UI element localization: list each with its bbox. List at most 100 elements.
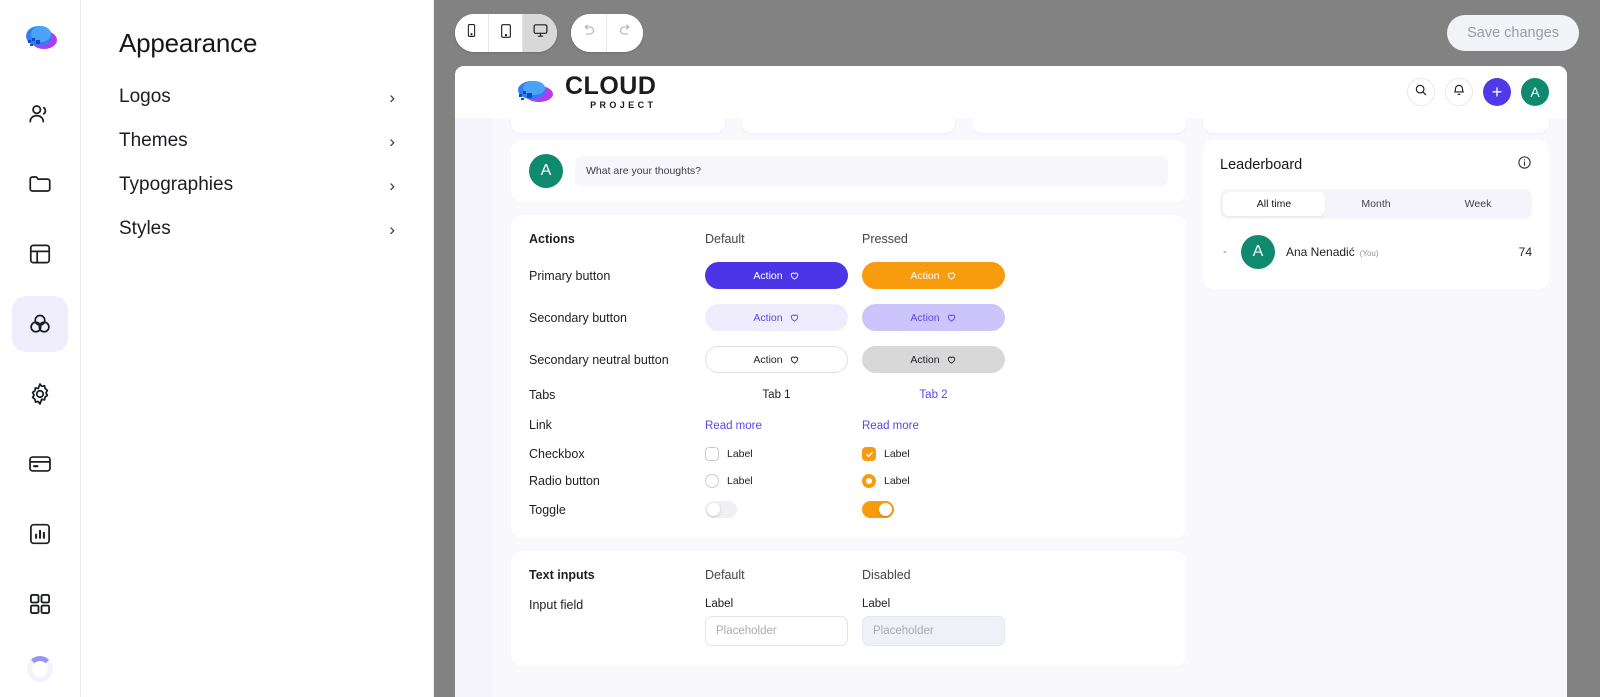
checkbox-label: Label bbox=[727, 448, 753, 460]
button-label: Action bbox=[753, 353, 783, 366]
radio-selected-icon bbox=[862, 474, 876, 488]
grid-icon bbox=[27, 591, 53, 617]
leaderboard-row[interactable]: - A Ana Nenadić (You) 74 bbox=[1220, 235, 1532, 269]
comment-input[interactable]: What are your thoughts? bbox=[575, 156, 1168, 186]
leaderboard-tab-all-time[interactable]: All time bbox=[1223, 192, 1325, 216]
button-label: Action bbox=[910, 353, 940, 366]
search-icon bbox=[1414, 83, 1428, 102]
avatar[interactable]: A bbox=[1521, 78, 1549, 106]
toggle-knob bbox=[879, 503, 892, 516]
primary-button-pressed[interactable]: Action bbox=[862, 262, 1005, 289]
preview-app-header: CLOUD PROJECT + A bbox=[455, 66, 1567, 118]
secondary-neutral-button-default[interactable]: Action bbox=[705, 346, 848, 373]
row-primary-button: Primary button Action Action bbox=[529, 262, 1168, 289]
tablet-icon bbox=[498, 23, 514, 44]
preview-brand-logo[interactable]: CLOUD PROJECT bbox=[512, 74, 656, 110]
sidebar-item-layout[interactable] bbox=[12, 226, 68, 282]
link-pressed[interactable]: Read more bbox=[862, 420, 919, 432]
save-changes-button[interactable]: Save changes bbox=[1447, 15, 1579, 51]
secondary-neutral-button-pressed[interactable]: Action bbox=[862, 346, 1005, 373]
folder-icon bbox=[27, 171, 53, 197]
scrolled-card bbox=[972, 118, 1187, 133]
sidebar-item-appearance[interactable] bbox=[12, 296, 68, 352]
search-button[interactable] bbox=[1407, 78, 1435, 106]
input-label-disabled: Label bbox=[862, 598, 891, 610]
heart-icon bbox=[789, 270, 800, 281]
device-desktop-button[interactable] bbox=[523, 14, 557, 52]
nav-item-logos[interactable]: Logos › bbox=[107, 75, 407, 119]
undo-button[interactable] bbox=[571, 14, 607, 52]
scrolled-card bbox=[1203, 118, 1549, 133]
heart-icon bbox=[946, 354, 957, 365]
sidebar-item-analytics[interactable] bbox=[12, 506, 68, 562]
appearance-nav-panel: Appearance Logos › Themes › Typographies… bbox=[81, 0, 434, 697]
radio-default[interactable]: Label bbox=[705, 474, 848, 488]
sidebar-item-billing[interactable] bbox=[12, 436, 68, 492]
cloud-logo-icon[interactable] bbox=[20, 18, 60, 58]
secondary-button-default[interactable]: Action bbox=[705, 304, 848, 331]
toggle-on[interactable] bbox=[862, 501, 894, 518]
nav-item-typographies[interactable]: Typographies › bbox=[107, 163, 407, 207]
nav-item-styles[interactable]: Styles › bbox=[107, 207, 407, 251]
icon-rail bbox=[0, 0, 81, 697]
toggle-off[interactable] bbox=[705, 501, 737, 518]
bell-icon bbox=[1452, 83, 1466, 102]
checkbox-default[interactable]: Label bbox=[705, 447, 848, 461]
actions-section-card: Actions Default Pressed Primary button A… bbox=[511, 215, 1186, 538]
people-icon bbox=[27, 101, 53, 127]
primary-button-default[interactable]: Action bbox=[705, 262, 848, 289]
link-default[interactable]: Read more bbox=[705, 420, 762, 432]
notifications-button[interactable] bbox=[1445, 78, 1473, 106]
input-field-disabled: Placeholder bbox=[862, 616, 1005, 646]
leaderboard-title: Leaderboard bbox=[1220, 157, 1303, 173]
section-title: Actions bbox=[529, 232, 575, 246]
chevron-right-icon: › bbox=[389, 175, 395, 195]
row-label: Secondary button bbox=[529, 310, 627, 325]
chevron-right-icon: › bbox=[389, 219, 395, 239]
heart-icon bbox=[789, 312, 800, 323]
scrolled-cards-strip-side bbox=[1203, 118, 1549, 133]
leaderboard-tab-month[interactable]: Month bbox=[1325, 192, 1427, 216]
scrolled-card bbox=[511, 118, 725, 133]
tab-2[interactable]: Tab 2 bbox=[862, 389, 1005, 401]
button-label: Action bbox=[910, 311, 940, 324]
nav-item-label: Logos bbox=[119, 86, 171, 107]
redo-button[interactable] bbox=[607, 14, 643, 52]
checkbox-icon bbox=[705, 447, 719, 461]
layout-icon bbox=[27, 241, 53, 267]
info-icon[interactable] bbox=[1517, 155, 1532, 175]
row-label: Secondary neutral button bbox=[529, 352, 669, 367]
row-label: Link bbox=[529, 418, 552, 432]
leaderboard-card: Leaderboard All time Month Week - A Ana … bbox=[1203, 140, 1549, 289]
sidebar-item-settings[interactable] bbox=[12, 366, 68, 422]
redo-icon bbox=[617, 22, 634, 44]
preview-header-actions: + A bbox=[1407, 78, 1549, 106]
loading-spinner-icon bbox=[27, 656, 53, 682]
preview-toolbar: Save changes bbox=[434, 0, 1600, 66]
nav-item-label: Styles bbox=[119, 218, 171, 239]
leaderboard-tab-week[interactable]: Week bbox=[1427, 192, 1529, 216]
secondary-button-pressed[interactable]: Action bbox=[862, 304, 1005, 331]
preview-app-body: A What are your thoughts? Actions Defaul… bbox=[455, 118, 1567, 697]
sidebar-item-apps[interactable] bbox=[12, 576, 68, 632]
actions-header-row: Actions Default Pressed bbox=[529, 232, 1168, 246]
create-button[interactable]: + bbox=[1483, 78, 1511, 106]
sidebar-item-users[interactable] bbox=[12, 86, 68, 142]
device-mobile-button[interactable] bbox=[455, 14, 489, 52]
column-header-disabled: Disabled bbox=[862, 568, 911, 582]
device-tablet-button[interactable] bbox=[489, 14, 523, 52]
nav-item-themes[interactable]: Themes › bbox=[107, 119, 407, 163]
checkbox-checked[interactable]: Label bbox=[862, 447, 1005, 461]
toggle-knob bbox=[707, 503, 720, 516]
brand-secondary-text: PROJECT bbox=[590, 100, 657, 110]
column-header-default: Default bbox=[705, 568, 745, 582]
text-inputs-section-card: Text inputs Default Disabled Input field… bbox=[511, 551, 1186, 666]
radio-selected[interactable]: Label bbox=[862, 474, 1005, 488]
tab-1[interactable]: Tab 1 bbox=[705, 389, 848, 401]
input-field-default[interactable]: Placeholder bbox=[705, 616, 848, 646]
cloud-logo-icon bbox=[518, 81, 553, 102]
sidebar-item-projects[interactable] bbox=[12, 156, 68, 212]
nav-item-label: Themes bbox=[119, 130, 188, 151]
scrolled-card bbox=[741, 118, 956, 133]
radio-label: Label bbox=[727, 475, 753, 487]
